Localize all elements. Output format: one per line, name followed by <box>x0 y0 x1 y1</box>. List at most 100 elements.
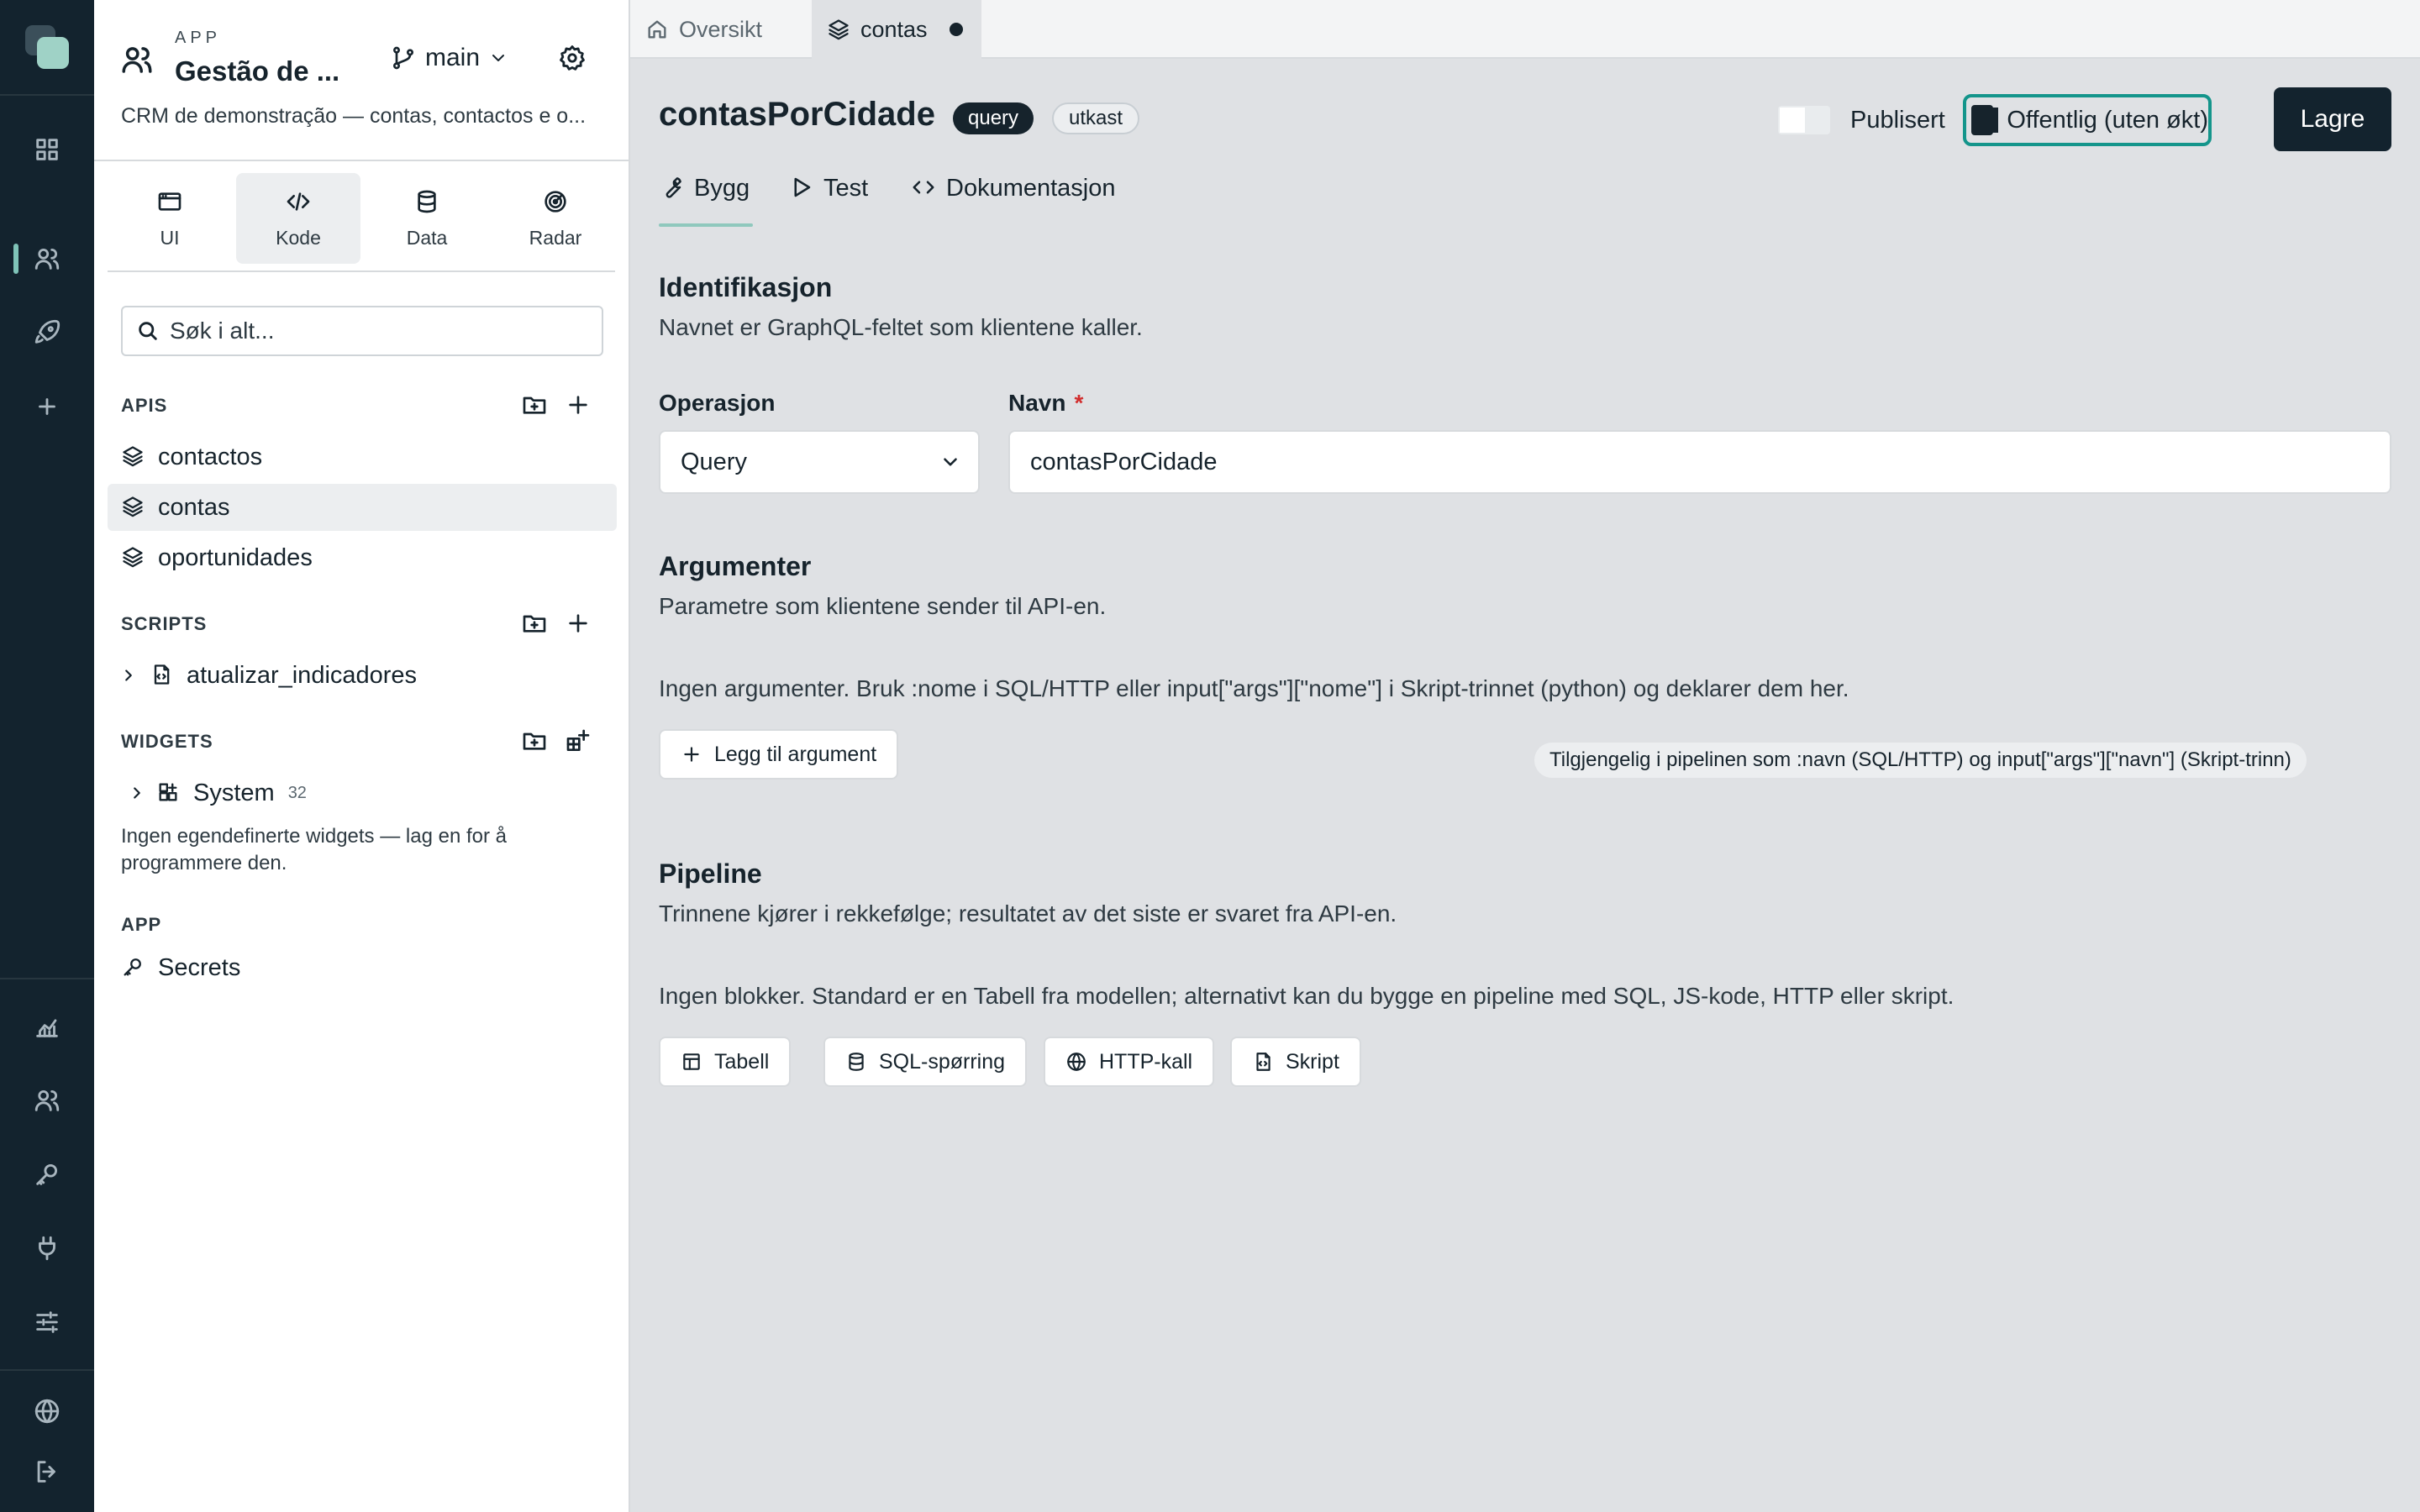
new-folder-icon[interactable] <box>521 391 548 418</box>
section-title-pipeline: Pipeline <box>659 858 762 889</box>
layers-icon <box>121 444 146 470</box>
operation-select[interactable]: Query <box>659 430 980 494</box>
name-label: Navn * <box>1008 390 1083 417</box>
mode-radar[interactable]: Radar <box>493 173 618 264</box>
subtab-test[interactable]: Test <box>788 171 868 223</box>
new-folder-icon[interactable] <box>521 727 548 754</box>
add-table-block-button[interactable]: Tabell <box>659 1037 792 1087</box>
app-kicker: APP <box>175 29 222 47</box>
rail-divider <box>0 94 94 96</box>
section-title-app: APP <box>121 914 162 935</box>
play-icon <box>788 175 813 200</box>
layers-icon <box>121 545 146 570</box>
add-script-block-button[interactable]: Skript <box>1230 1037 1361 1087</box>
widget-group-system[interactable]: System 32 <box>108 769 617 816</box>
globe-icon[interactable] <box>0 1378 94 1445</box>
chevron-down-icon <box>488 48 508 68</box>
published-toggle[interactable] <box>1778 106 1830 134</box>
api-item-oportunidades[interactable]: oportunidades <box>108 534 617 581</box>
plus-icon[interactable] <box>565 610 592 637</box>
search-box <box>121 306 603 356</box>
gear-icon[interactable] <box>558 44 587 72</box>
page-title: contasPorCidade <box>659 96 935 133</box>
rail-divider <box>0 978 94 979</box>
tab-contas[interactable]: contas <box>812 0 981 59</box>
public-toggle-group[interactable]: Offentlig (uten økt) <box>1963 94 2212 146</box>
plus-icon <box>681 743 702 765</box>
api-item-contas[interactable]: contas <box>108 484 617 531</box>
subtab-label: Dokumentasjon <box>946 175 1116 202</box>
mode-kode[interactable]: Kode <box>236 173 360 264</box>
operation-value: Query <box>681 448 747 475</box>
status-badge: utkast <box>1052 102 1140 134</box>
script-item-atualizar-indicadores[interactable]: atualizar_indicadores <box>108 652 617 699</box>
mode-ui[interactable]: UI <box>108 173 232 264</box>
public-label: Offentlig (uten økt) <box>2007 106 2208 134</box>
block-label: Tabell <box>714 1049 770 1074</box>
section-title-widgets: WIDGETS <box>121 731 213 752</box>
tab-oversikt[interactable]: Oversikt <box>630 0 781 59</box>
chevron-right-icon[interactable] <box>128 784 148 802</box>
dashboard-icon[interactable] <box>0 116 94 183</box>
add-widget-icon[interactable] <box>565 727 592 754</box>
api-label: contactos <box>158 443 263 470</box>
subtab-dokumentasjon[interactable]: Dokumentasjon <box>911 171 1116 223</box>
logout-icon[interactable] <box>0 1438 94 1505</box>
subtab-bygg[interactable]: Bygg <box>659 171 753 227</box>
team-icon[interactable] <box>0 1067 94 1134</box>
add-sql-block-button[interactable]: SQL-spørring <box>823 1037 1028 1087</box>
scripts-actions <box>521 610 592 637</box>
api-item-contactos[interactable]: contactos <box>108 433 617 480</box>
new-folder-icon[interactable] <box>521 610 548 637</box>
key-icon[interactable] <box>0 1141 94 1208</box>
script-file-icon <box>1252 1051 1274 1073</box>
save-button[interactable]: Lagre <box>2274 87 2391 151</box>
radar-icon <box>542 188 569 215</box>
plus-icon[interactable] <box>0 373 94 440</box>
branch-selector[interactable]: main <box>390 44 508 72</box>
app-item-secrets[interactable]: Secrets <box>108 944 617 991</box>
plus-icon[interactable] <box>565 391 592 418</box>
plug-icon[interactable] <box>0 1215 94 1282</box>
add-argument-button[interactable]: Legg til argument <box>659 729 899 780</box>
section-title-apis: APIS <box>121 395 168 416</box>
block-label: SQL-spørring <box>879 1049 1006 1074</box>
tab-bar: Oversikt contas <box>630 0 2420 59</box>
widget-icon <box>156 780 182 806</box>
block-label: HTTP-kall <box>1099 1049 1193 1074</box>
analytics-icon[interactable] <box>0 993 94 1060</box>
api-label: oportunidades <box>158 543 313 571</box>
app-header: APP Gestão de ... main CRM de demonstraç… <box>94 0 629 161</box>
rocket-icon[interactable] <box>0 299 94 366</box>
public-toggle[interactable] <box>1971 105 1999 135</box>
users-icon[interactable] <box>0 225 94 292</box>
table-icon <box>681 1051 702 1073</box>
api-label: contas <box>158 493 230 521</box>
name-field[interactable] <box>1030 448 2366 476</box>
published-label: Publisert <box>1850 106 1945 134</box>
code-icon <box>285 188 312 215</box>
code-icon <box>911 175 936 200</box>
required-marker: * <box>1074 390 1084 416</box>
icon-rail <box>0 0 94 1512</box>
type-badge: query <box>953 102 1034 134</box>
tab-label: contas <box>860 16 928 42</box>
main-area: Oversikt contas contasPorCidade query ut… <box>630 0 2420 1512</box>
app-logo[interactable] <box>22 22 72 72</box>
widgets-empty-note: Ingen egendefinerte widgets — lag en for… <box>121 825 507 874</box>
add-http-block-button[interactable]: HTTP-kall <box>1044 1037 1215 1087</box>
pipeline-empty-text: Ingen blokker. Standard er en Tabell fra… <box>659 983 1954 1009</box>
git-branch-icon <box>390 45 417 71</box>
mode-data[interactable]: Data <box>365 173 489 264</box>
chevron-right-icon[interactable] <box>119 666 139 685</box>
section-description: Trinnene kjører i rekkefølge; resultatet… <box>659 900 1397 927</box>
search-input[interactable] <box>170 318 590 344</box>
app-name: Gestão de ... <box>175 55 340 87</box>
widget-group-label: System <box>193 779 275 806</box>
layers-icon <box>121 495 146 520</box>
window-icon <box>156 188 183 215</box>
unsaved-indicator <box>949 23 963 36</box>
sliders-icon[interactable] <box>0 1289 94 1356</box>
section-title-arguments: Argumenter <box>659 551 812 581</box>
rail-divider <box>0 1369 94 1371</box>
